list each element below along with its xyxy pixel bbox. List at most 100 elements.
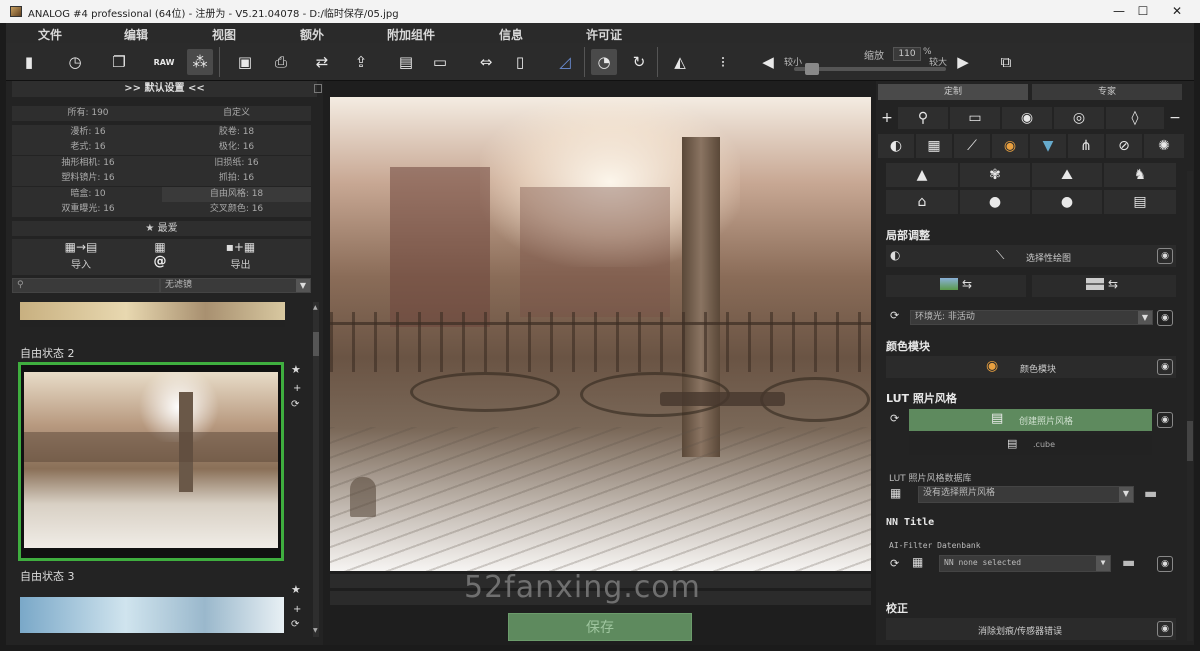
contrast-icon[interactable]: ◐ (878, 134, 914, 158)
preset-item[interactable]: 旧损纸: 16 (162, 156, 311, 171)
redo-icon[interactable]: ↻ (626, 49, 652, 75)
tab-expert[interactable]: 专家 (1032, 84, 1182, 100)
ai-filter-select[interactable]: NN none selected ▼ (939, 555, 1111, 572)
flower-icon[interactable]: ✾ (960, 163, 1030, 187)
print-icon[interactable]: ⎙ (268, 49, 294, 75)
bulb-icon[interactable]: ● (960, 190, 1030, 214)
grain-icon[interactable]: ▦ (916, 134, 952, 158)
preset-item-selected[interactable]: 自由风格: 18 (162, 187, 311, 202)
thumbnail-selected[interactable] (18, 362, 284, 561)
add-icon[interactable]: + (293, 383, 301, 394)
search-input[interactable]: ⚲ (12, 278, 160, 293)
history-icon[interactable]: ◷ (62, 49, 88, 75)
folder-icon[interactable]: ▬ (1144, 486, 1157, 502)
eye-icon[interactable]: ◉ (1157, 248, 1173, 264)
menu-extra[interactable]: 额外 (300, 26, 324, 43)
preset-item[interactable]: 塑料镜片: 16 (12, 171, 164, 186)
add-icon[interactable]: + (293, 604, 301, 615)
eye-icon[interactable]: ◉ (1157, 621, 1173, 637)
refresh-icon[interactable]: ⟳ (890, 557, 899, 570)
batch-icon[interactable]: ⁂ (187, 49, 213, 75)
landscape-icon[interactable]: ▲ (886, 163, 958, 187)
zoom-slider-handle[interactable] (805, 63, 820, 75)
horse-icon[interactable]: ♞ (1104, 163, 1176, 187)
search-icon[interactable]: ⚲ (898, 107, 948, 129)
preset-item[interactable]: 暗盒: 10 (12, 187, 164, 202)
cube-button[interactable]: ▤ .cube (909, 435, 1152, 455)
no-filter-icon[interactable]: ⊘ (1106, 134, 1142, 158)
menu-file[interactable]: 文件 (38, 26, 62, 43)
zoom-in-icon[interactable]: ▶ (950, 49, 976, 75)
folder-icon[interactable]: ▬ (1122, 555, 1135, 571)
battery-icon[interactable]: ▭ (950, 107, 1000, 129)
info-icon[interactable]: ▯ (507, 49, 533, 75)
favorites-button[interactable]: ★ 最爱 (12, 221, 311, 236)
copy-icon[interactable]: ❐ (106, 49, 132, 75)
zoom-out-icon[interactable]: ◀ (755, 49, 781, 75)
refresh-icon[interactable]: ⟳ (291, 619, 299, 630)
person-icon[interactable]: ● (1032, 190, 1102, 214)
refresh-icon[interactable]: ⟳ (291, 399, 299, 410)
menu-info[interactable]: 信息 (499, 26, 523, 43)
remove-icon[interactable]: − (1166, 107, 1184, 129)
brush-icon[interactable]: ⟋ (954, 134, 990, 158)
filter-select[interactable]: 无滤镜 ▼ (160, 278, 311, 293)
lut-db-select[interactable]: 没有选择照片风格 ▼ (918, 486, 1134, 503)
preview-image[interactable] (330, 97, 871, 571)
selective-brush-row[interactable]: ◐ ⟍ 选择性绘图 (886, 245, 1176, 267)
save-icon[interactable]: ▣ (232, 49, 258, 75)
eye-icon[interactable]: ◉ (1157, 359, 1173, 375)
preset-item[interactable]: 胶卷: 18 (162, 125, 311, 140)
preset-header[interactable]: >> 默认设置 << (12, 81, 317, 97)
scrollbar[interactable] (1187, 171, 1193, 641)
compare-icon[interactable]: ⇔ (473, 49, 499, 75)
preset-custom[interactable]: 自定义 (162, 106, 311, 121)
thumbnail-image[interactable] (20, 302, 285, 327)
menu-addons[interactable]: 附加组件 (387, 26, 435, 43)
email-button[interactable]: ▦ @ (150, 239, 170, 275)
correction-row[interactable]: 消除划痕/传感器错误 (886, 618, 1176, 640)
mountain-icon[interactable]: ⛰ (1032, 163, 1102, 187)
export-icon[interactable]: ⇄ (309, 49, 335, 75)
refresh-icon[interactable]: ⟳ (890, 412, 899, 425)
preset-all[interactable]: 所有: 190 (12, 106, 164, 121)
preset-item[interactable]: 极化: 16 (162, 140, 311, 155)
document-icon[interactable]: ▤ (1104, 190, 1176, 214)
color-wheel-icon[interactable]: ◉ (1002, 107, 1052, 129)
preset-item[interactable]: 双重曝光: 16 (12, 202, 164, 217)
refresh-icon[interactable]: ⟳ (890, 309, 899, 322)
eye-icon[interactable]: ◉ (1157, 412, 1173, 428)
float-icon[interactable] (314, 84, 322, 93)
pdf-icon[interactable]: ▤ (393, 49, 419, 75)
preset-item[interactable]: 老式: 16 (12, 140, 164, 155)
preset-item[interactable]: 交叉颜色: 16 (162, 202, 311, 217)
save-button[interactable]: 保存 (508, 613, 692, 641)
film-icon[interactable]: ▭ (427, 49, 453, 75)
speed-icon[interactable]: ◔ (591, 49, 617, 75)
export-button[interactable]: ▪+▦ 导出 (170, 239, 311, 275)
favorite-star-icon[interactable]: ★ (291, 583, 301, 596)
palette-icon[interactable]: ◉ (992, 134, 1028, 158)
close-button[interactable]: ✕ (1154, 0, 1200, 23)
lut-icon[interactable]: ◎ (1054, 107, 1104, 129)
scrollbar[interactable]: ▲ ▼ (313, 302, 319, 637)
raw-icon[interactable]: RAW (151, 49, 177, 75)
ambient-light-select[interactable]: 环境光: 非活动 ▼ (910, 310, 1153, 325)
preset-item[interactable]: 漫析: 16 (12, 125, 164, 140)
aperture-icon[interactable]: ✺ (1144, 134, 1184, 158)
share-icon[interactable]: ⇪ (348, 49, 374, 75)
drop-icon[interactable]: ◊ (1106, 107, 1164, 129)
zoom-value-field[interactable]: 110 (893, 47, 921, 61)
preset-item[interactable]: 抽形相机: 16 (12, 156, 164, 171)
house-icon[interactable]: ⌂ (886, 190, 958, 214)
favorite-star-icon[interactable]: ★ (291, 363, 301, 376)
eye-icon[interactable]: ◉ (1157, 310, 1173, 326)
import-button[interactable]: ▦→▤ 导入 (12, 239, 150, 275)
eye-icon[interactable]: ◉ (1157, 556, 1173, 572)
gradient-button[interactable]: ⇆ (886, 275, 1026, 297)
add-icon[interactable]: + (878, 107, 896, 129)
menu-license[interactable]: 许可证 (586, 26, 622, 43)
prism-icon[interactable]: ▼ (1030, 134, 1066, 158)
grid-icon[interactable]: ▦ (890, 486, 901, 500)
grid-icon[interactable]: ▦ (912, 555, 923, 569)
